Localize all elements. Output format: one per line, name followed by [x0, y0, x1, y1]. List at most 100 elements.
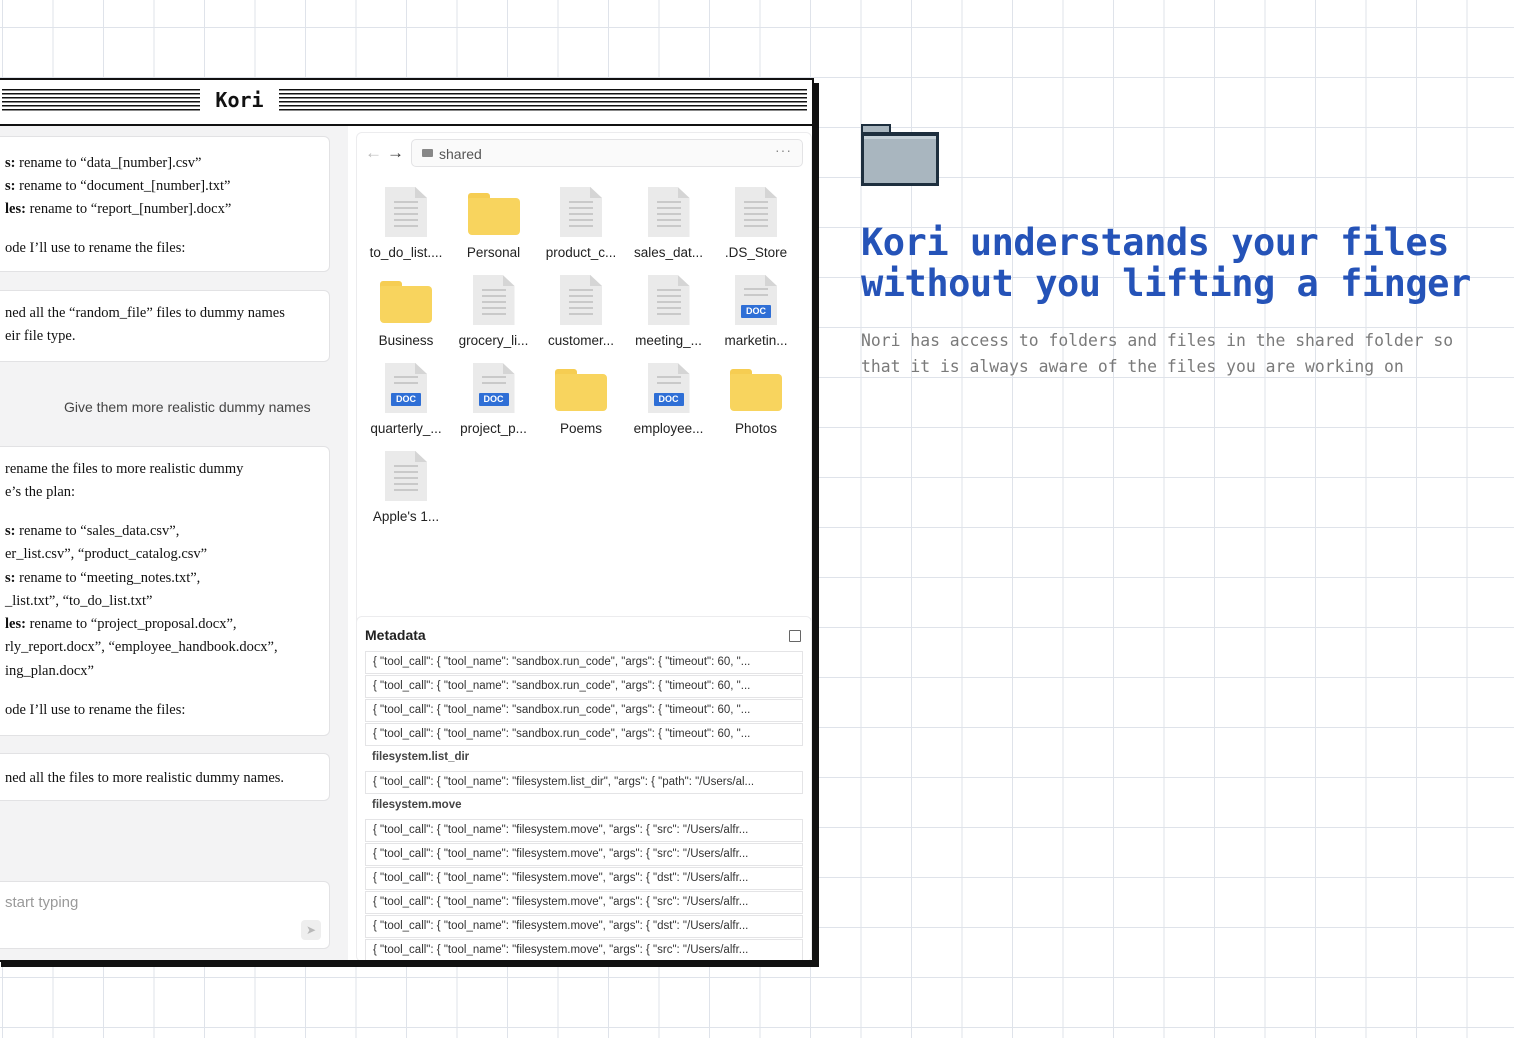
message-line: ing_plan.docx” [5, 663, 94, 680]
title-stripes-right [279, 89, 807, 113]
word-doc-icon: DOC [647, 363, 690, 413]
folder-item[interactable]: Personal [451, 183, 537, 269]
metadata-row[interactable]: { "tool_call": { "tool_name": "filesyste… [365, 891, 803, 914]
arrow-right-icon[interactable]: → [387, 143, 404, 163]
metadata-row[interactable]: { "tool_call": { "tool_name": "filesyste… [365, 867, 803, 890]
message-bold: les: [5, 616, 26, 632]
chat-input[interactable]: start typing ➤ [0, 881, 330, 949]
item-name: meeting_... [635, 333, 702, 348]
browser-navbar: ← → shared ··· [357, 139, 811, 169]
hero-headline: Kori understands your files without you … [861, 221, 1471, 305]
message-line: s: rename to “sales_data.csv”, [5, 523, 179, 540]
file-item[interactable]: sales_dat... [626, 183, 712, 269]
item-name: marketin... [724, 333, 788, 348]
message-text: rename to “sales_data.csv”, [15, 523, 180, 539]
message-text: rename to “meeting_notes.txt”, [15, 570, 201, 586]
assistant-message: s: rename to “data_[number].csv” s: renam… [0, 136, 330, 272]
item-name: employee... [633, 421, 704, 436]
message-line: s: rename to “document_[number].txt” [5, 178, 231, 195]
folder-item[interactable]: Poems [538, 359, 624, 445]
folder-item[interactable]: Photos [713, 359, 799, 445]
metadata-row[interactable]: { "tool_call": { "tool_name": "sandbox.r… [365, 675, 803, 698]
doc-badge: DOC [391, 393, 421, 406]
file-item[interactable]: DOC project_p... [451, 359, 537, 445]
archive-icon[interactable] [789, 630, 801, 642]
item-name: sales_dat... [633, 245, 704, 260]
word-doc-icon: DOC [385, 363, 427, 413]
word-doc-icon: DOC [735, 275, 777, 325]
document-icon [735, 187, 777, 237]
folder-icon [555, 369, 607, 411]
file-item[interactable]: customer... [538, 271, 624, 357]
item-icon-wrap: DOC [363, 359, 449, 417]
metadata-row[interactable]: { "tool_call": { "tool_name": "filesyste… [365, 939, 803, 960]
title-bar[interactable]: Kori [0, 80, 812, 126]
item-icon-wrap [363, 183, 449, 241]
message-text: rename to “report_[number].docx” [25, 201, 232, 217]
item-icon-wrap [626, 271, 712, 329]
path-bar[interactable]: shared ··· [411, 139, 803, 167]
metadata-row[interactable]: { "tool_call": { "tool_name": "sandbox.r… [365, 699, 803, 722]
file-item[interactable]: DOC marketin... [713, 271, 799, 357]
file-browser: ← → shared ··· to_do_list.... Personal pro… [356, 132, 812, 664]
folder-icon [422, 149, 433, 157]
app-window: Kori s: rename to “data_[number].csv” s: … [0, 78, 814, 962]
message-line: ned all the “random_file” files to dummy… [5, 305, 285, 321]
assistant-message: rename the files to more realistic dummy… [0, 446, 330, 736]
folder-icon [861, 124, 939, 186]
doc-badge: DOC [653, 393, 684, 406]
metadata-row[interactable]: { "tool_call": { "tool_name": "filesyste… [365, 771, 803, 794]
file-item[interactable]: .DS_Store [713, 183, 799, 269]
file-item[interactable]: meeting_... [626, 271, 712, 357]
message-line: e’s the plan: [5, 484, 75, 501]
message-text: ned all the files to more realistic dumm… [5, 770, 285, 786]
item-name: grocery_li... [458, 333, 529, 348]
folder-icon [380, 281, 432, 323]
message-line: s: rename to “meeting_notes.txt”, [5, 570, 200, 587]
item-icon-wrap [713, 359, 799, 417]
file-item[interactable]: to_do_list.... [363, 183, 449, 269]
document-icon [647, 275, 690, 325]
item-name: customer... [547, 333, 615, 348]
send-button[interactable]: ➤ [301, 920, 321, 940]
word-doc-icon: DOC [472, 363, 515, 413]
message-text: rly_report.docx”, “employee_handbook.doc… [5, 639, 278, 655]
doc-badge: DOC [741, 305, 771, 318]
item-icon-wrap [363, 271, 449, 329]
message-bold: s: [5, 523, 16, 539]
file-item[interactable]: product_c... [538, 183, 624, 269]
more-options-icon[interactable]: ··· [775, 142, 792, 158]
metadata-section-header: filesystem.move [372, 799, 462, 811]
metadata-row[interactable]: { "tool_call": { "tool_name": "sandbox.r… [365, 723, 803, 746]
arrow-left-icon[interactable]: ← [365, 143, 382, 163]
item-icon-wrap: DOC [626, 359, 712, 417]
chat-pane: s: rename to “data_[number].csv” s: renam… [0, 126, 348, 960]
metadata-row[interactable]: { "tool_call": { "tool_name": "filesyste… [365, 819, 803, 842]
item-name: Poems [559, 421, 603, 436]
message-bold: les: [5, 201, 26, 217]
message-bold: s: [5, 155, 16, 171]
file-item[interactable]: grocery_li... [451, 271, 537, 357]
message-bold: s: [5, 178, 16, 194]
message-text: ode I’ll use to rename the files: [5, 702, 186, 718]
assistant-message: ned all the files to more realistic dumm… [0, 753, 330, 801]
message-line: les: rename to “report_[number].docx” [5, 201, 231, 218]
user-message: Give them more realistic dummy names [64, 399, 311, 415]
file-item[interactable]: DOC quarterly_... [363, 359, 449, 445]
folder-item[interactable]: Business [363, 271, 449, 357]
file-item[interactable]: DOC employee... [626, 359, 712, 445]
metadata-row[interactable]: { "tool_call": { "tool_name": "filesyste… [365, 843, 803, 866]
item-icon-wrap [451, 271, 537, 329]
item-name: Personal [466, 245, 521, 260]
chat-input-placeholder: start typing [5, 894, 79, 911]
metadata-row[interactable]: { "tool_call": { "tool_name": "sandbox.r… [365, 651, 803, 674]
item-icon-wrap [538, 183, 624, 241]
message-text: rename to “project_proposal.docx”, [25, 616, 237, 632]
metadata-row[interactable]: { "tool_call": { "tool_name": "filesyste… [365, 915, 803, 938]
item-icon-wrap: DOC [713, 271, 799, 329]
message-line: s: rename to “data_[number].csv” [5, 155, 201, 172]
item-name: Photos [734, 421, 778, 436]
file-item[interactable]: Apple's 1... [363, 447, 449, 533]
document-icon [560, 275, 602, 325]
item-name: to_do_list.... [369, 245, 443, 260]
